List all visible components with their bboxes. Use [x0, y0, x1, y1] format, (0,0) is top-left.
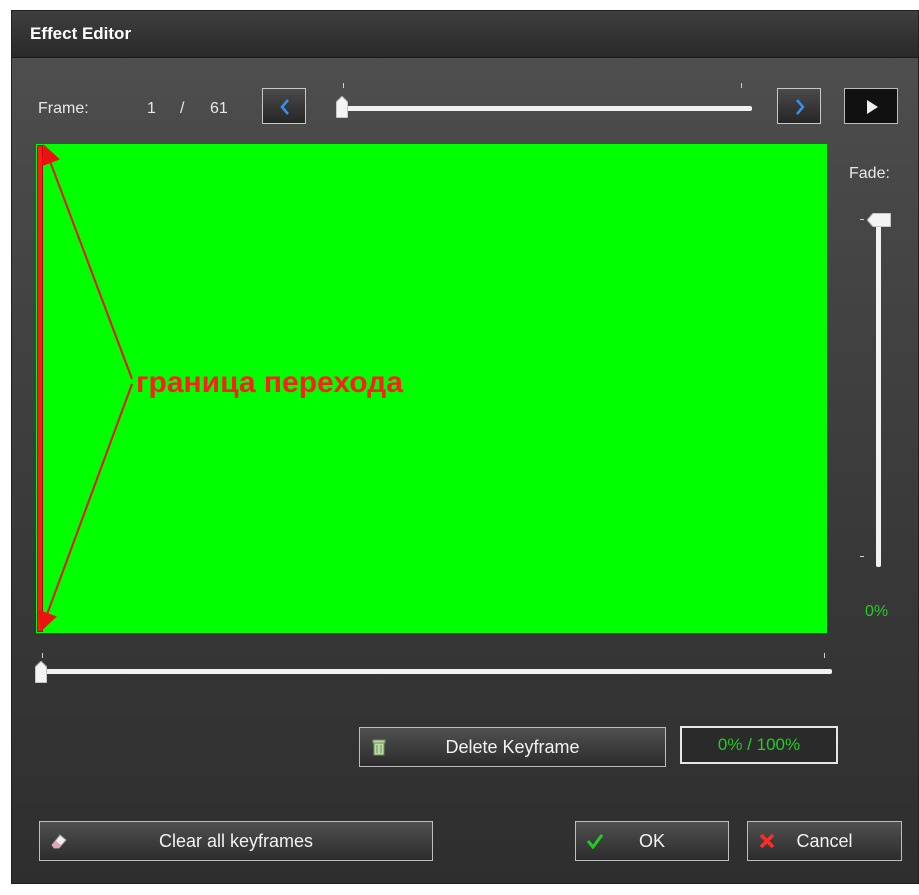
delete-keyframe-label: Delete Keyframe — [445, 737, 580, 757]
checkmark-icon — [586, 834, 604, 850]
fade-slider-track[interactable] — [876, 219, 881, 567]
x-icon — [759, 833, 775, 849]
ok-label: OK — [638, 831, 665, 851]
timeline-slider-track[interactable] — [37, 669, 832, 674]
fade-tick-bottom — [860, 556, 864, 557]
cancel-button[interactable]: Cancel — [747, 821, 902, 861]
keyframe-percent-display: 0% / 100% — [680, 726, 838, 764]
ok-button[interactable]: OK — [575, 821, 729, 861]
clear-keyframes-button[interactable]: Clear all keyframes — [39, 821, 433, 861]
eraser-icon — [51, 834, 67, 849]
fade-value: 0% — [865, 603, 889, 620]
timeline-slider-thumb[interactable] — [35, 661, 47, 683]
trash-icon — [372, 739, 386, 756]
annotation-label: граница перехода — [136, 366, 403, 399]
fade-slider-thumb[interactable] — [867, 213, 891, 227]
clear-keyframes-label: Clear all keyframes — [158, 831, 314, 851]
fade-tick-top — [860, 219, 864, 220]
effect-editor-window: Effect Editor Frame: 1 / 61 граница пере… — [11, 10, 919, 884]
fade-label: Fade: — [849, 165, 890, 182]
cancel-label: Cancel — [796, 831, 853, 851]
timeline-tick-end — [824, 653, 825, 658]
timeline-tick-start — [42, 653, 43, 658]
delete-keyframe-button[interactable]: Delete Keyframe — [359, 727, 666, 767]
